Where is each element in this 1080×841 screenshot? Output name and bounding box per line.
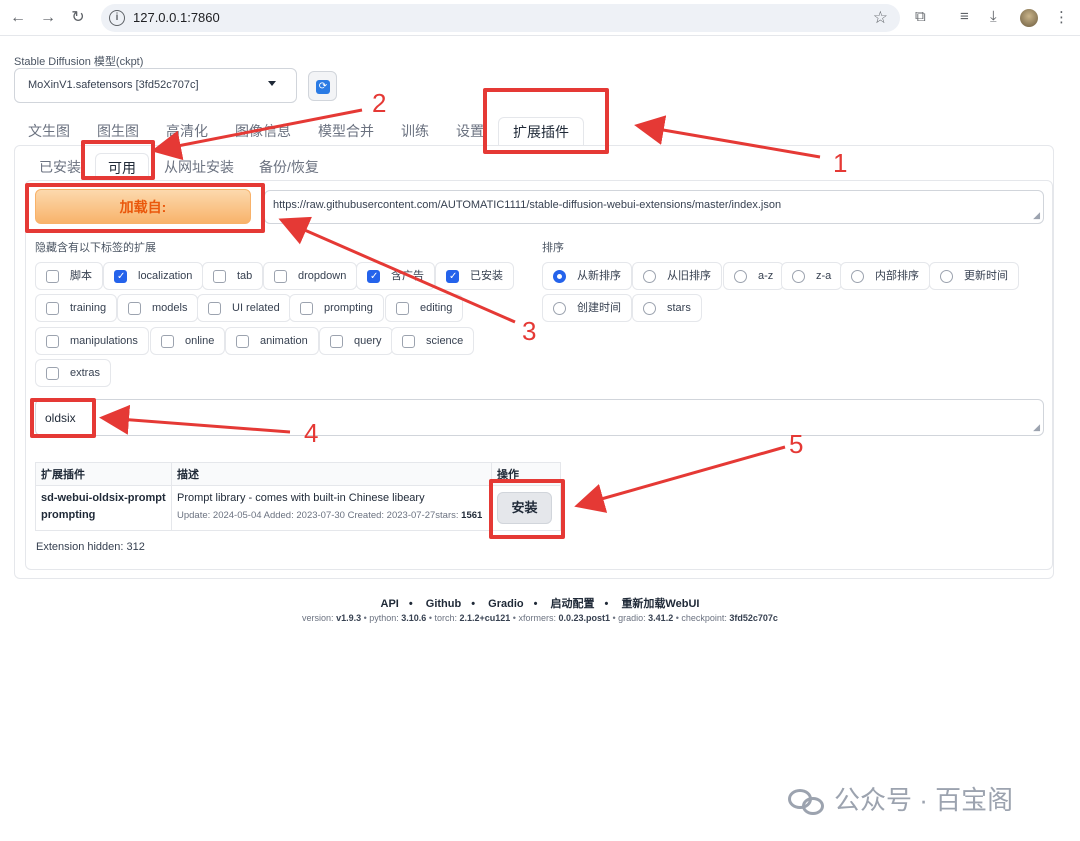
watermark: 公众号 · 百宝阁 xyxy=(788,780,1013,817)
annotation-number-4: 4 xyxy=(304,418,319,448)
annotation-box-4 xyxy=(30,398,96,438)
annotation-box-3 xyxy=(25,183,265,233)
watermark-text: 公众号 · 百宝阁 xyxy=(834,785,1014,815)
annotation-number-3: 3 xyxy=(522,316,537,346)
annotation-number-5: 5 xyxy=(789,429,804,459)
annotation-number-2: 2 xyxy=(372,88,387,118)
annotation-number-1: 1 xyxy=(833,148,848,178)
annotation-box-1 xyxy=(483,88,609,154)
annotation-box-2 xyxy=(81,140,155,180)
annotation-box-5 xyxy=(489,479,565,539)
wechat-icon xyxy=(788,787,826,817)
